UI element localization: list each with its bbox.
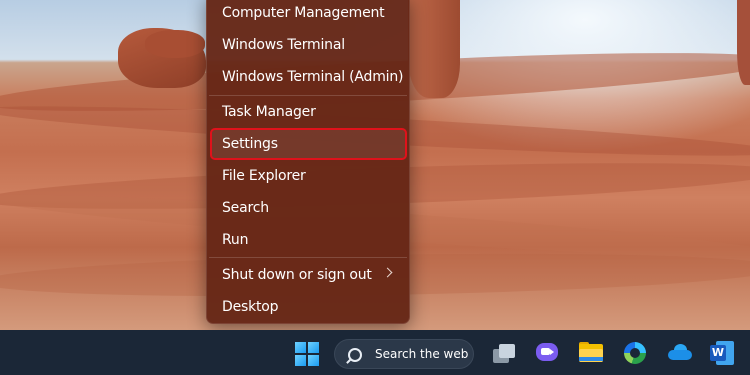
menu-item-label: Settings <box>222 136 278 152</box>
menu-item-computer-management[interactable]: Computer Management <box>211 0 405 28</box>
menu-item-shut-down-or-sign-out[interactable]: Shut down or sign out <box>211 260 405 290</box>
menu-item-file-explorer[interactable]: File Explorer <box>211 161 405 191</box>
chevron-right-icon <box>382 267 393 278</box>
search-box-label: Search the web <box>375 347 469 361</box>
menu-item-desktop[interactable]: Desktop <box>211 292 405 322</box>
menu-item-label: Task Manager <box>222 104 316 120</box>
menu-item-run[interactable]: Run <box>211 225 405 255</box>
rock-formation <box>408 0 460 98</box>
menu-item-label: Computer Management <box>222 5 385 21</box>
chat-icon[interactable] <box>532 338 562 368</box>
search-icon <box>348 348 362 362</box>
onedrive-icon[interactable] <box>664 338 694 368</box>
menu-separator <box>209 95 407 96</box>
menu-item-label: Run <box>222 232 249 248</box>
rock-formation <box>145 30 205 58</box>
task-view-icon[interactable] <box>490 338 520 368</box>
menu-item-settings[interactable]: Settings <box>210 128 407 160</box>
power-user-menu: Computer Management Windows Terminal Win… <box>206 0 410 324</box>
menu-item-label: Windows Terminal <box>222 37 345 53</box>
menu-item-label: Windows Terminal (Admin) <box>222 69 404 85</box>
windows-start-icon[interactable] <box>295 342 319 366</box>
word-icon-letter: W <box>710 345 726 361</box>
menu-item-label: Shut down or sign out <box>222 267 372 283</box>
menu-item-label: Search <box>222 200 269 216</box>
word-icon[interactable]: W <box>708 338 738 368</box>
rock-formation <box>737 0 750 85</box>
menu-item-label: Desktop <box>222 299 279 315</box>
file-explorer-icon[interactable] <box>576 338 606 368</box>
menu-item-search[interactable]: Search <box>211 193 405 223</box>
taskbar-search-box[interactable]: Search the web <box>334 339 474 369</box>
menu-item-task-manager[interactable]: Task Manager <box>211 97 405 127</box>
edge-icon[interactable] <box>620 338 650 368</box>
taskbar: Search the web W <box>0 330 750 375</box>
menu-item-windows-terminal[interactable]: Windows Terminal <box>211 30 405 60</box>
menu-item-label: File Explorer <box>222 168 306 184</box>
menu-item-windows-terminal-admin[interactable]: Windows Terminal (Admin) <box>211 62 405 92</box>
menu-separator <box>209 257 407 258</box>
